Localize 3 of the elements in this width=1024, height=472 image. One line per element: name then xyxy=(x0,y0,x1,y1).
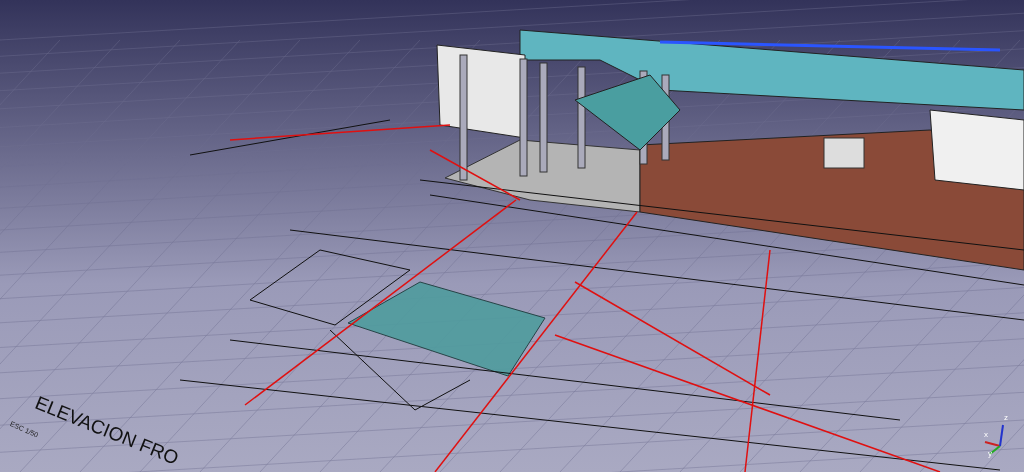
axis-label: z xyxy=(1004,413,1008,422)
axis-label: y xyxy=(988,449,992,458)
axis-label: x xyxy=(984,430,988,439)
